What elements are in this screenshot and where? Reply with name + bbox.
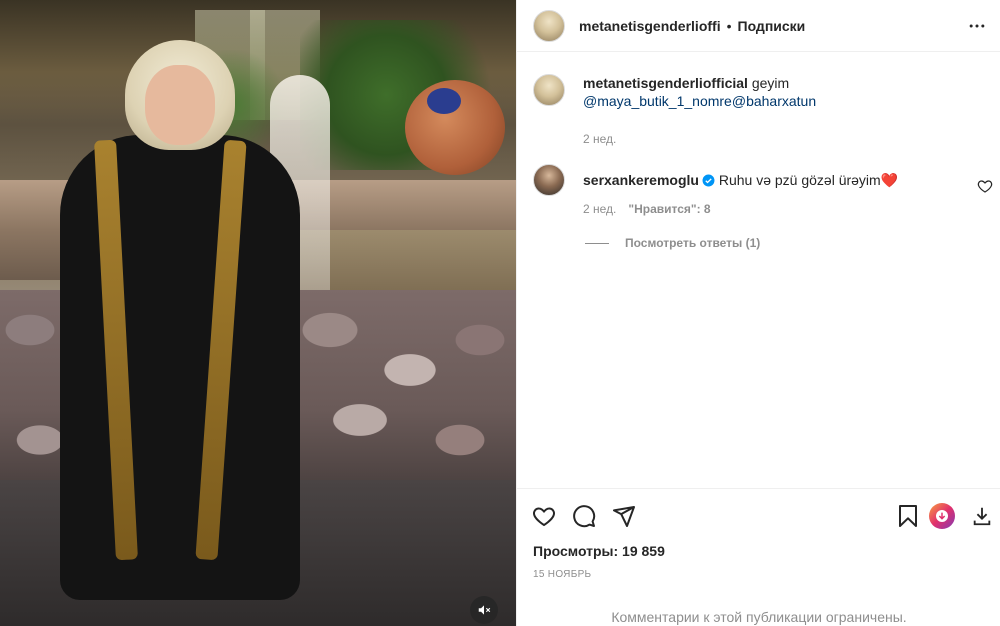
post-header: metanetisgenderlioffi • Подписки — [517, 0, 1000, 52]
heart-icon — [533, 507, 555, 527]
share-button[interactable] — [609, 501, 639, 531]
caption-mention[interactable]: @maya_butik_1_nomre — [583, 93, 732, 109]
post-sidebar: metanetisgenderlioffi • Подписки metanet… — [516, 0, 1000, 626]
caption: metanetisgenderliofficial geyim @maya_bu… — [533, 74, 983, 110]
caption-text-block: metanetisgenderliofficial geyim @maya_bu… — [583, 74, 983, 110]
download-button[interactable] — [969, 503, 995, 529]
comment-author[interactable]: serxankeremoglu — [583, 172, 699, 188]
caption-time[interactable]: 2 нед. — [583, 132, 616, 146]
post-actions: Просмотры: 19 859 15 НОЯБРЬ Комментарии … — [517, 488, 1000, 626]
comment-text: Ruhu və pzü gözəl ürəyim — [718, 172, 881, 188]
more-horizontal-icon — [969, 24, 985, 28]
verified-badge-icon — [702, 174, 715, 187]
author-username[interactable]: metanetisgenderlioffi — [579, 18, 721, 34]
like-button[interactable] — [529, 501, 559, 531]
action-icons — [529, 501, 989, 531]
like-comment-icon[interactable] — [977, 178, 993, 194]
woman-in-black-dress — [50, 40, 310, 600]
comment-text-block: serxankeremoglu Ruhu və pzü gözəl ürəyim… — [583, 164, 983, 196]
view-replies-button[interactable]: Посмотреть ответы (1) — [585, 236, 760, 250]
speaker-muted-icon — [478, 605, 491, 615]
separator-dot: • — [726, 17, 732, 34]
face — [145, 65, 215, 145]
more-options-button[interactable] — [965, 14, 989, 38]
comment-meta: 2 нед. "Нравится": 8 — [583, 202, 711, 216]
clay-jug-mouth — [427, 88, 461, 114]
caption-mention[interactable]: @baharxatun — [732, 93, 816, 109]
save-button[interactable] — [893, 501, 923, 531]
download-circle-icon — [936, 510, 948, 522]
view-replies-label: Посмотреть ответы (1) — [625, 236, 761, 250]
post-date[interactable]: 15 НОЯБРЬ — [533, 569, 591, 580]
caption-author-avatar[interactable] — [533, 74, 565, 106]
download-icon — [973, 507, 991, 526]
comments-restricted-notice: Комментарии к этой публикации ограничены… — [611, 609, 907, 625]
black-dress — [60, 135, 300, 600]
author-avatar[interactable] — [533, 9, 565, 42]
comment-time[interactable]: 2 нед. — [583, 202, 616, 216]
caption-meta: 2 нед. — [583, 132, 616, 146]
caption-text: geyim — [751, 75, 790, 91]
comments-section: metanetisgenderliofficial geyim @maya_bu… — [517, 52, 1000, 488]
heart-emoji: ❤️ — [880, 172, 899, 188]
post-media[interactable] — [0, 0, 516, 626]
views-count[interactable]: Просмотры: 19 859 — [533, 543, 665, 559]
caption-author[interactable]: metanetisgenderliofficial — [583, 75, 748, 91]
mute-button[interactable] — [470, 596, 498, 624]
comment-likes[interactable]: "Нравится": 8 — [628, 202, 710, 216]
comment-button[interactable] — [569, 501, 599, 531]
send-icon — [613, 506, 635, 527]
following-button[interactable]: Подписки — [738, 18, 806, 34]
commenter-avatar[interactable] — [533, 164, 565, 196]
comment-icon — [573, 505, 596, 528]
replies-divider — [585, 242, 609, 244]
bookmark-icon — [899, 505, 917, 527]
comment-row: serxankeremoglu Ruhu və pzü gözəl ürəyim… — [533, 164, 983, 196]
download-extension-button[interactable] — [929, 503, 955, 529]
